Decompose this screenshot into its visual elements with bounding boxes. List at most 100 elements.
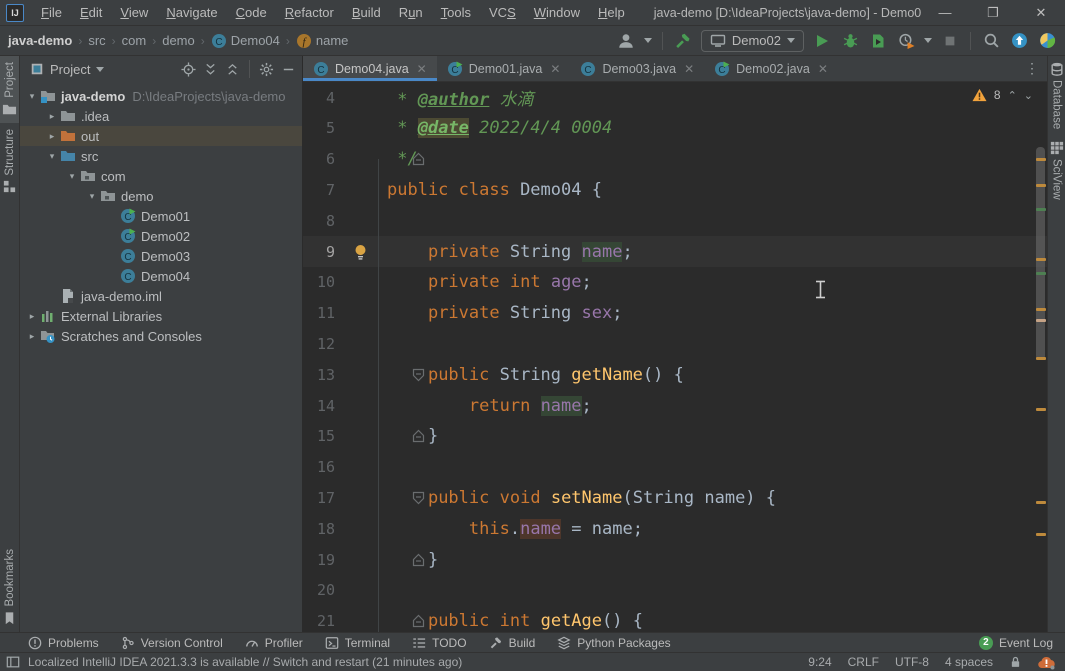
menu-view[interactable]: View [111, 1, 157, 24]
code-line-13[interactable]: 13 public String getName() { [303, 359, 1047, 390]
sync-warning-icon[interactable] [1038, 655, 1055, 670]
run-configuration-select[interactable]: Demo02 [700, 29, 804, 52]
menu-file[interactable]: File [32, 1, 71, 24]
tool-window-tab-structure[interactable]: Structure [0, 123, 19, 201]
error-stripe-mark[interactable] [1036, 158, 1046, 161]
close-tab-icon[interactable]: ✕ [684, 62, 694, 76]
fold-end-icon[interactable] [412, 429, 425, 443]
window-layout-icon[interactable] [6, 655, 20, 669]
menu-refactor[interactable]: Refactor [276, 1, 343, 24]
tree-toggle-icon[interactable]: ▸ [24, 311, 40, 322]
lock-icon[interactable] [1009, 655, 1022, 669]
error-stripe-mark[interactable] [1036, 501, 1046, 504]
fold-start-icon[interactable] [412, 368, 425, 382]
stop-button[interactable] [940, 31, 960, 51]
tree-item-com[interactable]: ▾ com [20, 166, 302, 186]
code-line-9[interactable]: 9 private String name; [303, 236, 1047, 267]
code-line-10[interactable]: 10 private int age; [303, 267, 1047, 298]
collapse-all-button[interactable] [225, 62, 240, 77]
menu-navigate[interactable]: Navigate [157, 1, 226, 24]
close-tab-icon[interactable]: ✕ [417, 62, 427, 76]
status-message[interactable]: Localized IntelliJ IDEA 2021.3.3 is avai… [28, 655, 462, 669]
code-line-8[interactable]: 8 [303, 205, 1047, 236]
error-stripe-mark[interactable] [1036, 272, 1046, 275]
tool-window-button-python-packages[interactable]: Python Packages [557, 636, 671, 650]
error-stripe-mark[interactable] [1036, 258, 1046, 261]
code-line-19[interactable]: 19 } [303, 544, 1047, 575]
tree-toggle-icon[interactable]: ▸ [44, 111, 60, 122]
tool-window-button-profiler[interactable]: Profiler [245, 636, 303, 650]
tree-item-out[interactable]: ▸ out [20, 126, 302, 146]
editor-tab-demo03.java[interactable]: C Demo03.java ✕ [570, 56, 704, 81]
tool-window-button-build[interactable]: Build [489, 636, 535, 650]
breadcrumb-item[interactable]: src [88, 33, 105, 48]
indent-setting[interactable]: 4 spaces [945, 655, 993, 669]
error-stripe-mark[interactable] [1036, 319, 1046, 322]
error-stripe-mark[interactable] [1036, 184, 1046, 187]
fold-end-icon[interactable] [412, 553, 425, 567]
caret-position[interactable]: 9:24 [808, 655, 831, 669]
tool-window-tab-bookmarks[interactable]: Bookmarks [0, 543, 19, 632]
build-project-button[interactable] [673, 31, 693, 51]
code-line-18[interactable]: 18 this.name = name; [303, 513, 1047, 544]
code-line-15[interactable]: 15 } [303, 421, 1047, 452]
tool-window-tab-database[interactable]: Database [1048, 56, 1065, 135]
inspections-widget[interactable]: 8 ⌃ ⌄ [972, 88, 1033, 102]
code-line-17[interactable]: 17 public void setName(String name) { [303, 482, 1047, 513]
error-stripe-mark[interactable] [1036, 208, 1046, 211]
fold-start-icon[interactable] [412, 491, 425, 505]
user-account-button[interactable] [616, 31, 636, 51]
expand-all-button[interactable] [203, 62, 218, 77]
close-tab-icon[interactable]: ✕ [550, 62, 560, 76]
locate-file-button[interactable] [181, 61, 196, 77]
editor-scrollbar[interactable] [1035, 82, 1047, 632]
menu-code[interactable]: Code [227, 1, 276, 24]
tool-window-tab-sciview[interactable]: SciView [1048, 135, 1065, 206]
code-line-16[interactable]: 16 [303, 452, 1047, 483]
editor-tab-demo01.java[interactable]: C Demo01.java ✕ [437, 56, 571, 81]
error-stripe-mark[interactable] [1036, 533, 1046, 536]
maximize-button[interactable]: ❐ [969, 0, 1017, 25]
tool-window-button-version-control[interactable]: Version Control [121, 636, 223, 650]
file-encoding[interactable]: UTF-8 [895, 655, 929, 669]
menu-edit[interactable]: Edit [71, 1, 111, 24]
next-problem-icon[interactable]: ⌄ [1024, 89, 1033, 102]
tree-toggle-icon[interactable]: ▸ [24, 331, 40, 342]
tree-item-src[interactable]: ▾ src [20, 146, 302, 166]
tree-item-demo02[interactable]: C Demo02 [20, 226, 302, 246]
prev-problem-icon[interactable]: ⌃ [1008, 89, 1017, 102]
tree-item-demo03[interactable]: C Demo03 [20, 246, 302, 266]
fold-end-icon[interactable] [412, 614, 425, 628]
search-everywhere-button[interactable] [981, 31, 1001, 51]
editor-tab-demo02.java[interactable]: C Demo02.java ✕ [704, 56, 838, 81]
menu-vcs[interactable]: VCS [480, 1, 525, 24]
tree-item-demo04[interactable]: C Demo04 [20, 266, 302, 286]
panel-settings-button[interactable] [259, 62, 274, 77]
profiler-button[interactable] [896, 31, 916, 51]
tree-item-scratches-and-consoles[interactable]: ▸ Scratches and Consoles [20, 326, 302, 346]
breadcrumb-item[interactable]: C Demo04 [211, 33, 280, 49]
tree-toggle-icon[interactable]: ▾ [24, 91, 40, 102]
code-line-11[interactable]: 11 private String sex; [303, 298, 1047, 329]
code-line-14[interactable]: 14 return name; [303, 390, 1047, 421]
run-button[interactable] [812, 31, 832, 51]
breadcrumb-item[interactable]: java-demo [8, 33, 72, 48]
code-line-5[interactable]: 5 * @date 2022/4/4 0004 [303, 113, 1047, 144]
tab-options-icon[interactable]: ⋮ [1017, 56, 1047, 81]
tool-window-button-terminal[interactable]: Terminal [325, 636, 390, 650]
breadcrumb-item[interactable]: com [122, 33, 147, 48]
code-line-21[interactable]: 21 public int getAge() { [303, 606, 1047, 632]
ide-services-button[interactable] [1037, 31, 1057, 51]
fold-end-icon[interactable] [412, 152, 425, 166]
menu-tools[interactable]: Tools [432, 1, 480, 24]
error-stripe-mark[interactable] [1036, 308, 1046, 311]
update-button[interactable] [1009, 31, 1029, 51]
tree-toggle-icon[interactable]: ▾ [44, 151, 60, 162]
code-line-4[interactable]: 4 * @author 水滴 [303, 82, 1047, 113]
error-stripe-mark[interactable] [1036, 357, 1046, 360]
breadcrumb-item[interactable]: demo [162, 33, 195, 48]
code-line-7[interactable]: 7 public class Demo04 { [303, 174, 1047, 205]
breadcrumb-item[interactable]: f name [296, 33, 348, 49]
error-stripe-mark[interactable] [1036, 408, 1046, 411]
project-view-selector[interactable]: Project [30, 62, 105, 77]
